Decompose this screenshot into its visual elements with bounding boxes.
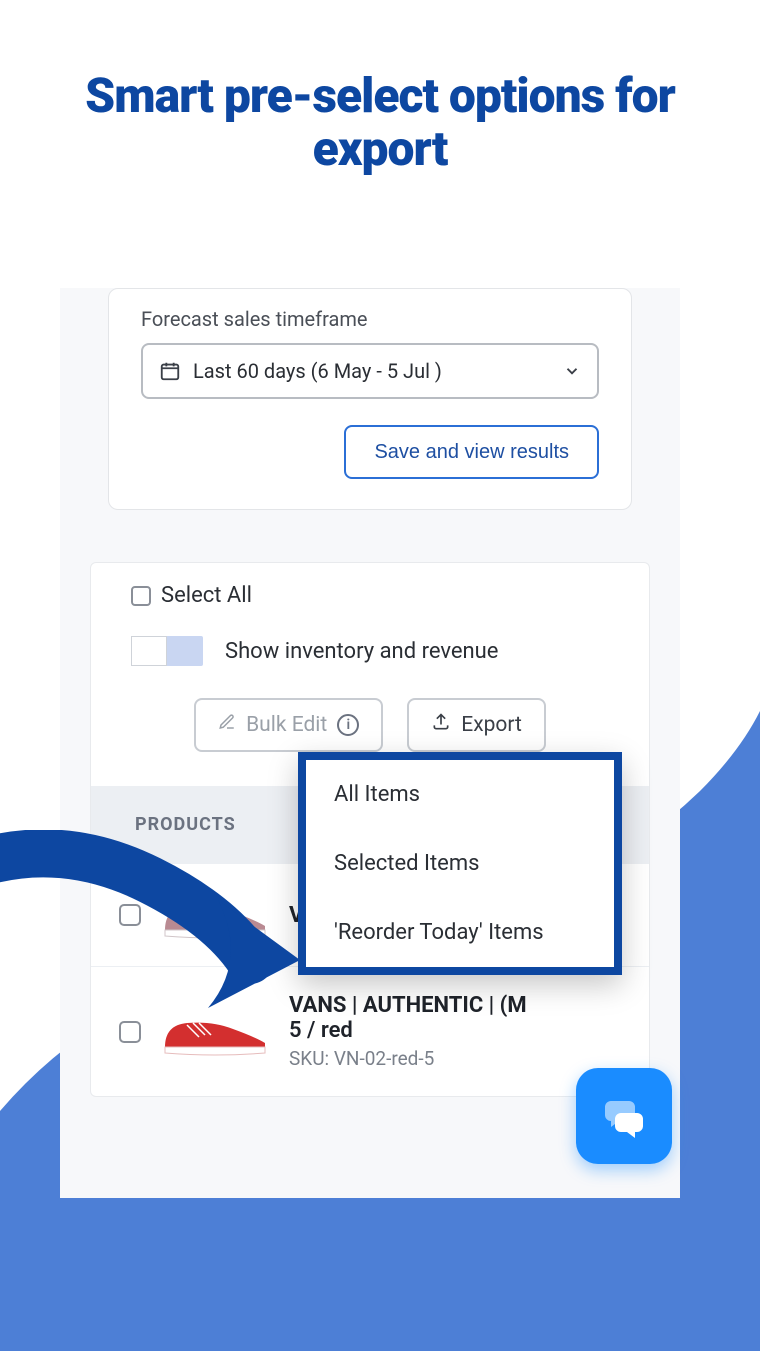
product-title: VANS | AUTHENTIC | (M	[289, 993, 621, 1018]
toggle-row: Show inventory and revenue	[91, 626, 649, 684]
export-icon	[431, 712, 451, 738]
forecast-card: Forecast sales timeframe Last 60 days (6…	[108, 288, 632, 510]
action-buttons: Bulk Edit i Export	[91, 684, 649, 752]
date-range-select[interactable]: Last 60 days (6 May - 5 Jul )	[141, 343, 599, 399]
export-dropdown: All Items Selected Items 'Reorder Today'…	[298, 752, 622, 975]
date-range-text: Last 60 days (6 May - 5 Jul )	[193, 359, 551, 383]
product-sku: SKU: VN-02-red-5	[289, 1047, 621, 1070]
chat-icon	[599, 1091, 649, 1141]
callout-arrow	[0, 830, 320, 1040]
pencil-icon	[218, 713, 236, 737]
dropdown-item-reorder[interactable]: 'Reorder Today' Items	[306, 898, 614, 967]
chat-widget-button[interactable]	[576, 1068, 672, 1164]
export-label: Export	[461, 713, 522, 737]
product-variant: 5 / red	[289, 1018, 621, 1043]
calendar-icon	[159, 360, 181, 382]
bulk-edit-button[interactable]: Bulk Edit i	[194, 698, 383, 752]
select-all-row: Select All	[91, 583, 649, 626]
dropdown-item-all[interactable]: All Items	[306, 760, 614, 829]
forecast-label: Forecast sales timeframe	[141, 289, 599, 343]
toggle-knob	[131, 636, 167, 666]
dropdown-item-selected[interactable]: Selected Items	[306, 829, 614, 898]
chevron-down-icon	[563, 362, 581, 380]
export-button[interactable]: Export	[407, 698, 546, 752]
toggle-label: Show inventory and revenue	[225, 639, 498, 664]
select-all-checkbox[interactable]	[131, 586, 151, 606]
page-headline: Smart pre-select options for export	[0, 0, 760, 176]
info-icon: i	[337, 714, 359, 736]
bulk-edit-label: Bulk Edit	[246, 713, 327, 737]
product-info: VANS | AUTHENTIC | (M 5 / red SKU: VN-02…	[289, 993, 621, 1070]
inventory-revenue-toggle[interactable]	[131, 636, 203, 666]
app-screenshot: Forecast sales timeframe Last 60 days (6…	[60, 288, 680, 1198]
save-view-results-button[interactable]: Save and view results	[344, 425, 599, 479]
select-all-label: Select All	[161, 583, 252, 608]
